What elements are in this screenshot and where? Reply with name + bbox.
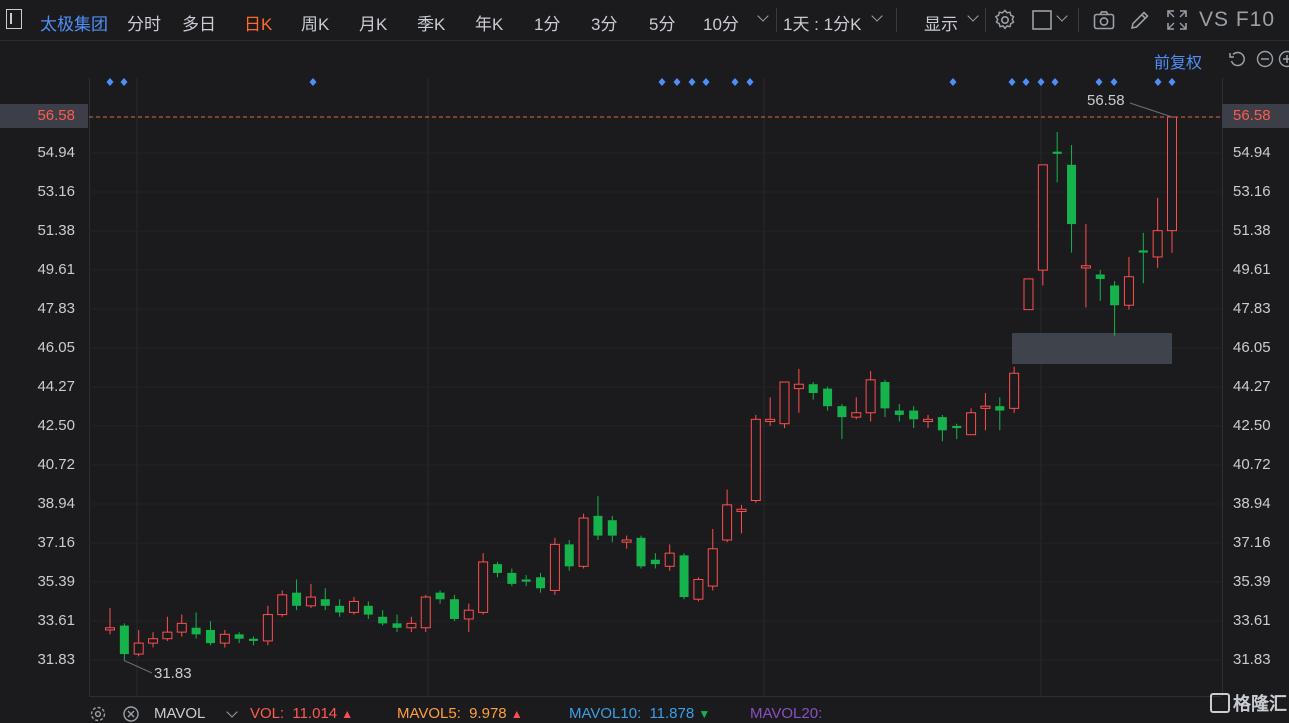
vol-up-arrow-icon: ▲: [341, 707, 353, 721]
price-tick-label: 35.39: [1233, 573, 1289, 590]
current-price-tag-right: 56.58: [1222, 104, 1289, 128]
tab-multi-day[interactable]: 多日: [182, 10, 216, 35]
toolbar: 太极集团 分时 多日 日K 周K 月K 季K 年K 1分 3分 5分 10分 1…: [0, 0, 1289, 41]
kline-plot-area[interactable]: [89, 78, 1223, 696]
vol-label: VOL:: [250, 705, 284, 722]
interval-select[interactable]: 1天 : 1分K: [783, 10, 861, 35]
price-tick-label: 37.16: [0, 534, 75, 551]
tab-yearly-k[interactable]: 年K: [475, 10, 503, 35]
tab-1min[interactable]: 1分: [534, 10, 560, 35]
tab-5min[interactable]: 5分: [649, 10, 675, 35]
vol-item: VOL: 11.014 ▲: [250, 705, 353, 722]
tabs-more-chevron-icon[interactable]: [757, 10, 768, 21]
fullscreen-icon[interactable]: [1165, 8, 1189, 32]
price-tick-label: 35.39: [0, 573, 75, 590]
mavol5-item: MAVOL5: 9.978 ▲: [397, 705, 523, 722]
mavol20-item: MAVOL20:: [750, 705, 822, 722]
indicator-name[interactable]: MAVOL: [154, 705, 205, 722]
price-tick-label: 51.38: [0, 222, 75, 239]
price-tick-label: 53.16: [0, 183, 75, 200]
price-tick-label: 33.61: [1233, 612, 1289, 629]
zoom-in-icon[interactable]: [1278, 50, 1289, 68]
price-tick-label: 51.38: [1233, 222, 1289, 239]
layout-square-icon[interactable]: [1030, 8, 1054, 32]
price-tick-label: 40.72: [0, 456, 75, 473]
mavol5-label: MAVOL5:: [397, 705, 461, 722]
mavol20-label: MAVOL20:: [750, 705, 822, 722]
layout-chevron-icon[interactable]: [1056, 10, 1067, 21]
plot-baseline: [89, 696, 1221, 697]
price-tick-label: 46.05: [0, 339, 75, 356]
volume-indicator-bar: MAVOL VOL: 11.014 ▲ MAVOL5: 9.978 ▲ MAVO…: [89, 702, 1189, 720]
divider: [896, 8, 897, 32]
tab-monthly-k[interactable]: 月K: [359, 10, 387, 35]
price-tick-label: 42.50: [1233, 417, 1289, 434]
mavol10-item: MAVOL10: 11.878 ▼: [569, 705, 710, 722]
price-tick-label: 47.83: [1233, 300, 1289, 317]
vol-value: 11.014: [292, 705, 337, 722]
price-tick-label: 44.27: [1233, 378, 1289, 395]
brand-name: 格隆汇: [1233, 694, 1287, 714]
mavol5-value: 9.978: [469, 705, 507, 722]
indicator-chevron-icon[interactable]: [226, 706, 237, 717]
brand-logo-icon: [1210, 693, 1230, 713]
price-tick-label: 44.27: [0, 378, 75, 395]
price-tick-label: 54.94: [0, 144, 75, 161]
vs-f10-button[interactable]: VS F10: [1199, 8, 1275, 32]
price-tick-label: 40.72: [1233, 456, 1289, 473]
tab-daily-k[interactable]: 日K: [244, 10, 272, 35]
current-price-right: 56.58: [1222, 104, 1289, 128]
price-tick-label: 47.83: [0, 300, 75, 317]
price-tick-label: 38.94: [0, 495, 75, 512]
undo-icon[interactable]: [1228, 50, 1246, 68]
stock-name[interactable]: 太极集团: [40, 10, 108, 35]
tab-10min[interactable]: 10分: [703, 10, 739, 35]
price-tick-label: 38.94: [1233, 495, 1289, 512]
zoom-out-icon[interactable]: [1256, 50, 1274, 68]
price-tick-label: 53.16: [1233, 183, 1289, 200]
indicator-close-icon[interactable]: [122, 705, 140, 723]
current-price-tag-left: 56.58: [0, 104, 88, 128]
price-tick-label: 31.83: [0, 651, 75, 668]
camera-icon[interactable]: [1092, 8, 1116, 32]
price-tick-label: 46.05: [1233, 339, 1289, 356]
pencil-draw-icon[interactable]: [1128, 8, 1152, 32]
settings-gear-icon[interactable]: [993, 8, 1017, 32]
price-tick-label: 37.16: [1233, 534, 1289, 551]
mavol10-down-arrow-icon: ▼: [698, 707, 710, 721]
price-tick-label: 49.61: [0, 261, 75, 278]
divider: [985, 8, 986, 32]
current-price-left: 56.58: [0, 104, 88, 128]
price-tick-label: 42.50: [0, 417, 75, 434]
divider: [1078, 8, 1079, 32]
tab-intraday[interactable]: 分时: [127, 10, 161, 35]
sidebar-toggle-icon[interactable]: [6, 9, 22, 29]
price-tick-label: 54.94: [1233, 144, 1289, 161]
display-chevron-icon[interactable]: [967, 10, 978, 21]
mavol10-label: MAVOL10:: [569, 705, 641, 722]
indicator-settings-gear-icon[interactable]: [89, 705, 107, 723]
display-select[interactable]: 显示: [924, 10, 958, 35]
tab-weekly-k[interactable]: 周K: [301, 10, 329, 35]
mavol5-up-arrow-icon: ▲: [511, 707, 523, 721]
price-tick-label: 33.61: [0, 612, 75, 629]
price-tick-label: 31.83: [1233, 651, 1289, 668]
tab-quarterly-k[interactable]: 季K: [417, 10, 445, 35]
mavol10-value: 11.878: [649, 705, 694, 722]
low-price-label: 31.83: [154, 665, 192, 682]
price-adjust-select[interactable]: 前复权: [1154, 49, 1202, 73]
interval-chevron-icon[interactable]: [871, 10, 882, 21]
tab-3min[interactable]: 3分: [591, 10, 617, 35]
brand-logo: 格隆汇: [1210, 690, 1287, 716]
high-price-label: 56.58: [1087, 92, 1125, 109]
divider: [776, 8, 777, 32]
price-tick-label: 49.61: [1233, 261, 1289, 278]
